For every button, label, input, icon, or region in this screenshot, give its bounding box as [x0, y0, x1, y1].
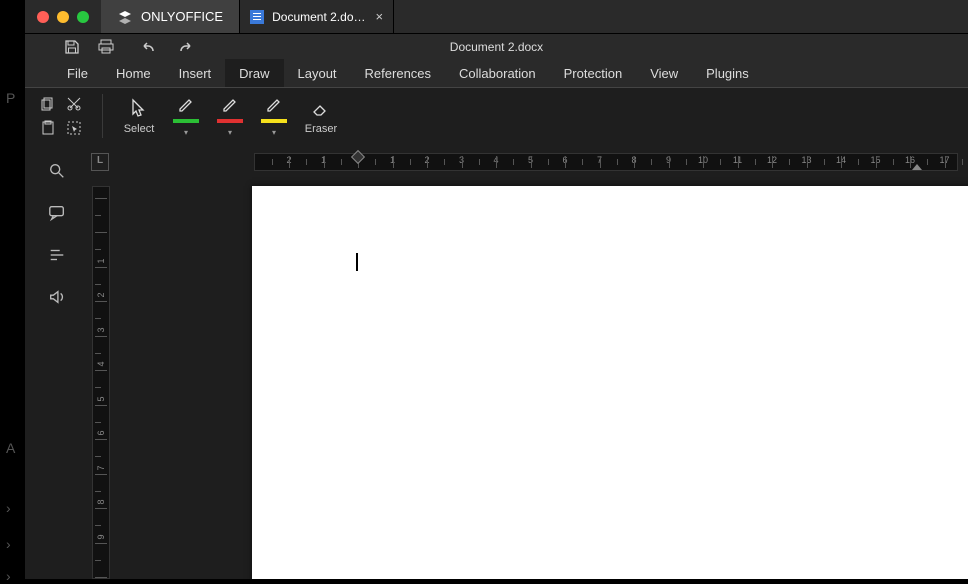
menu-insert[interactable]: Insert	[165, 59, 226, 87]
horizontal-ruler[interactable]: 211234567891011121314151617	[254, 153, 958, 171]
ruler-corner: L	[91, 153, 109, 171]
menu-view[interactable]: View	[636, 59, 692, 87]
external-sliver: P A › › ›	[0, 0, 25, 579]
window-close-button[interactable]	[37, 11, 49, 23]
paste-icon[interactable]	[40, 120, 56, 136]
window-zoom-button[interactable]	[77, 11, 89, 23]
pen-icon	[176, 95, 196, 115]
menu-bar: File Home Insert Draw Layout References …	[25, 59, 968, 88]
comments-icon[interactable]	[47, 203, 67, 223]
onlyoffice-logo-icon	[117, 9, 133, 25]
product-tab[interactable]: ONLYOFFICE	[101, 0, 240, 33]
save-icon[interactable]	[63, 38, 81, 56]
print-icon[interactable]	[97, 38, 115, 56]
menu-layout[interactable]: Layout	[284, 59, 351, 87]
chevron-down-icon[interactable]: ▾	[184, 128, 188, 137]
pen-green[interactable]: ▾	[169, 95, 203, 137]
vertical-ruler: L 123456789	[88, 141, 112, 579]
cursor-icon	[128, 97, 150, 119]
pen-red-swatch	[217, 119, 243, 123]
menu-draw[interactable]: Draw	[225, 59, 283, 87]
pen-yellow-swatch	[261, 119, 287, 123]
select-all-icon[interactable]	[66, 120, 82, 136]
pen-icon	[220, 95, 240, 115]
draw-ribbon: Select ▾ ▾ ▾ Eraser	[25, 88, 968, 144]
menu-protection[interactable]: Protection	[550, 59, 637, 87]
window-minimize-button[interactable]	[57, 11, 69, 23]
document-title: Document 2.docx	[25, 40, 968, 54]
document-tab[interactable]: Document 2.do… ×	[240, 0, 394, 33]
pen-green-swatch	[173, 119, 199, 123]
document-icon	[250, 10, 264, 24]
headings-icon[interactable]	[47, 245, 67, 265]
cut-icon[interactable]	[66, 96, 82, 112]
text-caret	[356, 253, 358, 271]
ribbon-separator	[102, 94, 103, 138]
product-label: ONLYOFFICE	[141, 9, 223, 24]
workspace: L 123456789 211234567891011121314151617	[25, 141, 968, 579]
select-tool-label: Select	[124, 123, 155, 135]
document-page[interactable]	[252, 186, 968, 579]
document-tab-label: Document 2.do…	[272, 10, 365, 24]
window-controls	[25, 0, 101, 33]
canvas-area: 211234567891011121314151617	[112, 141, 968, 579]
document-tab-close-button[interactable]: ×	[376, 9, 384, 24]
copy-icon[interactable]	[40, 96, 56, 112]
select-tool[interactable]: Select	[119, 97, 159, 135]
clipboard-group	[40, 96, 82, 136]
search-icon[interactable]	[47, 161, 67, 181]
eraser-tool[interactable]: Eraser	[301, 97, 341, 135]
eraser-tool-label: Eraser	[305, 123, 337, 135]
pen-yellow[interactable]: ▾	[257, 95, 291, 137]
left-panel	[25, 141, 88, 579]
redo-icon[interactable]	[175, 38, 193, 56]
menu-file[interactable]: File	[53, 59, 102, 87]
eraser-icon	[310, 97, 332, 119]
quick-access-toolbar: Document 2.docx	[25, 34, 968, 59]
menu-home[interactable]: Home	[102, 59, 165, 87]
feedback-icon[interactable]	[47, 287, 67, 307]
undo-icon[interactable]	[141, 38, 159, 56]
pen-icon	[264, 95, 284, 115]
chevron-down-icon[interactable]: ▾	[228, 128, 232, 137]
app-window: ONLYOFFICE Document 2.do… × Document 2.d…	[25, 0, 968, 579]
menu-plugins[interactable]: Plugins	[692, 59, 763, 87]
titlebar: ONLYOFFICE Document 2.do… ×	[25, 0, 968, 34]
menu-references[interactable]: References	[351, 59, 445, 87]
menu-collaboration[interactable]: Collaboration	[445, 59, 550, 87]
pen-red[interactable]: ▾	[213, 95, 247, 137]
chevron-down-icon[interactable]: ▾	[272, 128, 276, 137]
